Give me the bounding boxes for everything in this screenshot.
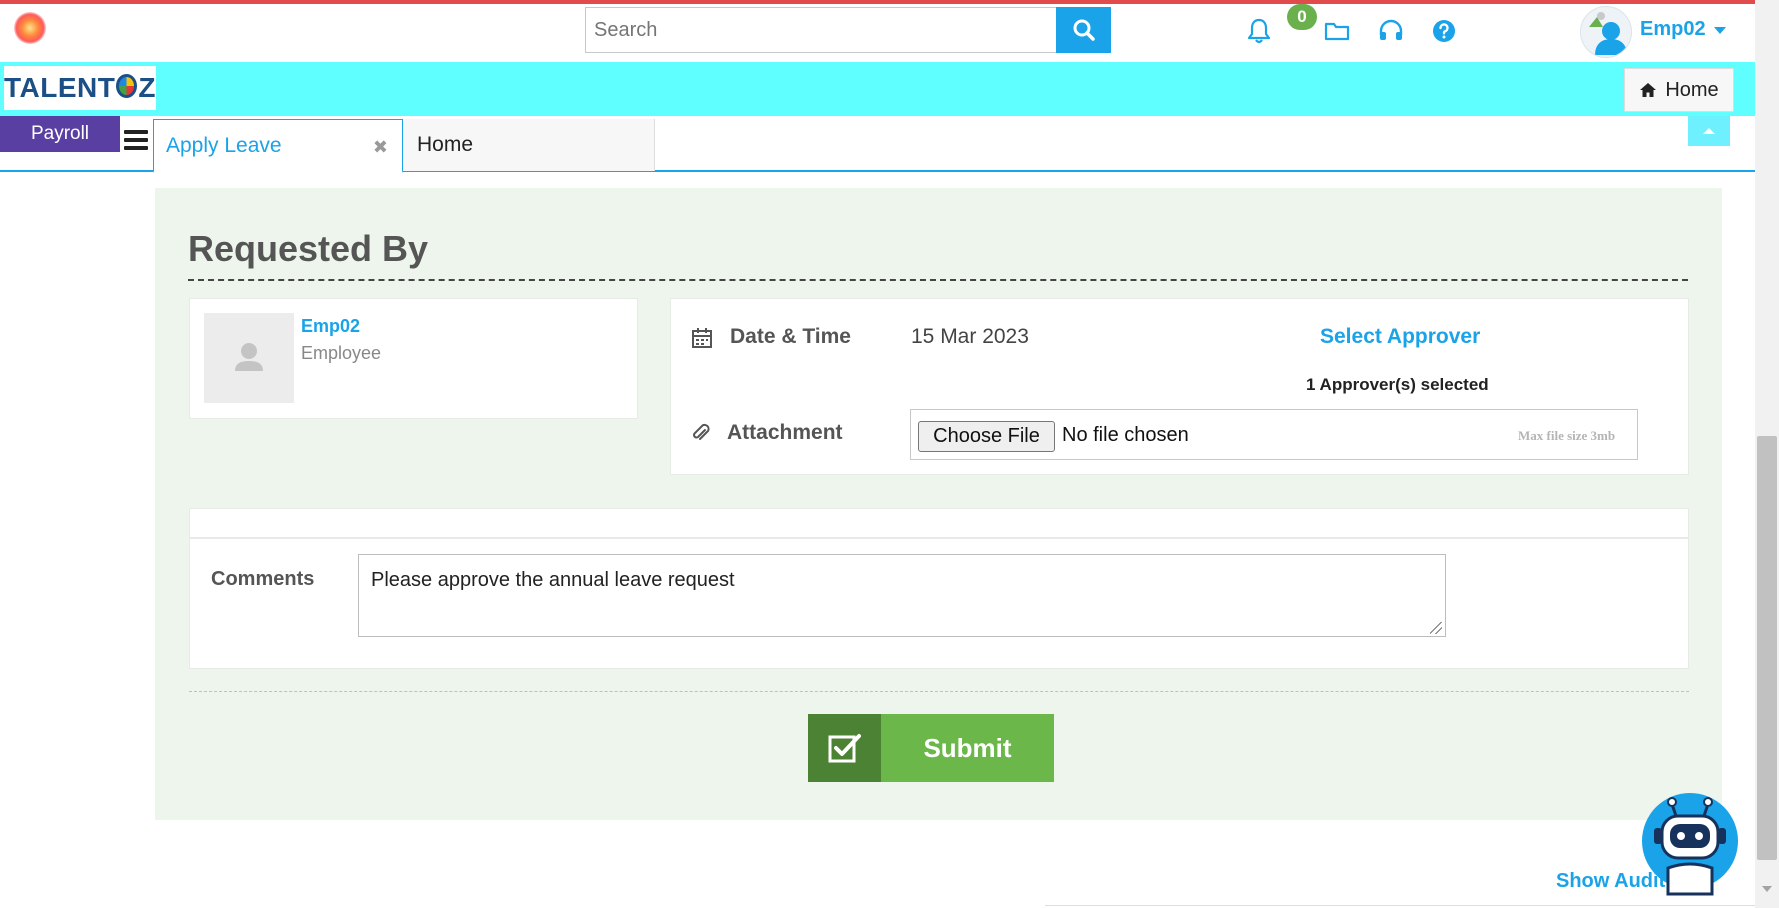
documents-button[interactable] xyxy=(1322,16,1352,46)
home-icon xyxy=(1640,83,1657,97)
chevron-down-icon[interactable] xyxy=(1714,27,1726,34)
support-button[interactable] xyxy=(1376,16,1406,46)
brand-bar xyxy=(0,62,1755,116)
paperclip-icon xyxy=(693,423,710,440)
section-divider xyxy=(188,279,1688,281)
footer-edge xyxy=(1045,905,1755,906)
logo-text-left: TALENT xyxy=(4,72,116,103)
collapse-header-button[interactable] xyxy=(1688,116,1730,146)
requester-role: Employee xyxy=(301,343,382,363)
home-button-label: Home xyxy=(1665,78,1719,101)
requester-photo xyxy=(204,313,294,403)
headset-icon xyxy=(1379,19,1403,40)
submit-icon-wrap xyxy=(808,714,881,782)
home-button[interactable]: Home xyxy=(1624,68,1734,112)
scrollbar-thumb[interactable] xyxy=(1757,436,1777,860)
checkbox-checked-icon xyxy=(828,734,861,763)
section-title: Requested By xyxy=(188,228,429,269)
help-icon xyxy=(1433,20,1455,42)
tab-label: Home xyxy=(417,133,474,156)
user-avatar[interactable] xyxy=(1580,6,1632,58)
module-payroll-button[interactable]: Payroll xyxy=(0,116,120,152)
search-button[interactable] xyxy=(1056,7,1111,53)
tab-apply-leave[interactable]: Apply Leave ✖ xyxy=(153,119,403,173)
submit-button[interactable]: Submit xyxy=(808,714,1054,782)
logo-globe-icon xyxy=(116,74,138,98)
comments-card-header xyxy=(189,508,1689,538)
form-divider xyxy=(189,691,1689,692)
folder-icon xyxy=(1324,22,1350,41)
person-icon xyxy=(235,343,263,371)
requester-name-link[interactable]: Emp02 xyxy=(301,316,360,337)
logo-text-right: Z xyxy=(138,72,156,103)
comments-textarea[interactable]: Please approve the annual leave request xyxy=(358,554,1446,637)
chevron-up-icon xyxy=(1703,128,1715,134)
comments-label: Comments xyxy=(211,568,315,590)
search-input[interactable] xyxy=(585,7,1057,53)
file-size-hint: Max file size 3mb xyxy=(1518,428,1616,443)
approver-selected-count: 1 Approver(s) selected xyxy=(1306,375,1489,394)
tab-home[interactable]: Home xyxy=(403,119,655,171)
calendar-icon xyxy=(692,328,712,348)
choose-file-button[interactable]: Choose File xyxy=(918,421,1055,452)
user-avatar-icon xyxy=(1589,12,1627,55)
date-time-label: Date & Time xyxy=(730,325,851,348)
close-icon[interactable]: ✖ xyxy=(373,137,388,158)
chatbot-assistant-icon[interactable] xyxy=(1638,786,1742,896)
tab-label: Apply Leave xyxy=(166,133,282,157)
search-bar xyxy=(585,7,1111,53)
date-time-value: 15 Mar 2023 xyxy=(911,325,1029,348)
bell-icon xyxy=(1247,18,1271,44)
file-status-text: No file chosen xyxy=(1062,424,1189,446)
attachment-label: Attachment xyxy=(727,421,843,444)
textarea-resize-handle[interactable] xyxy=(1430,622,1442,634)
submit-label: Submit xyxy=(881,714,1054,782)
scroll-down-arrow-icon[interactable] xyxy=(1762,886,1772,892)
hamburger-menu-icon[interactable] xyxy=(124,130,148,152)
help-button[interactable] xyxy=(1429,16,1459,46)
select-approver-link[interactable]: Select Approver xyxy=(1320,325,1480,349)
user-menu-name[interactable]: Emp02 xyxy=(1640,18,1706,41)
notifications-button[interactable] xyxy=(1244,16,1274,46)
notification-count-badge: 0 xyxy=(1287,4,1317,30)
app-status-icon xyxy=(14,12,46,44)
search-icon xyxy=(1073,19,1095,41)
talentoz-logo[interactable]: TALENT Z xyxy=(4,66,156,110)
